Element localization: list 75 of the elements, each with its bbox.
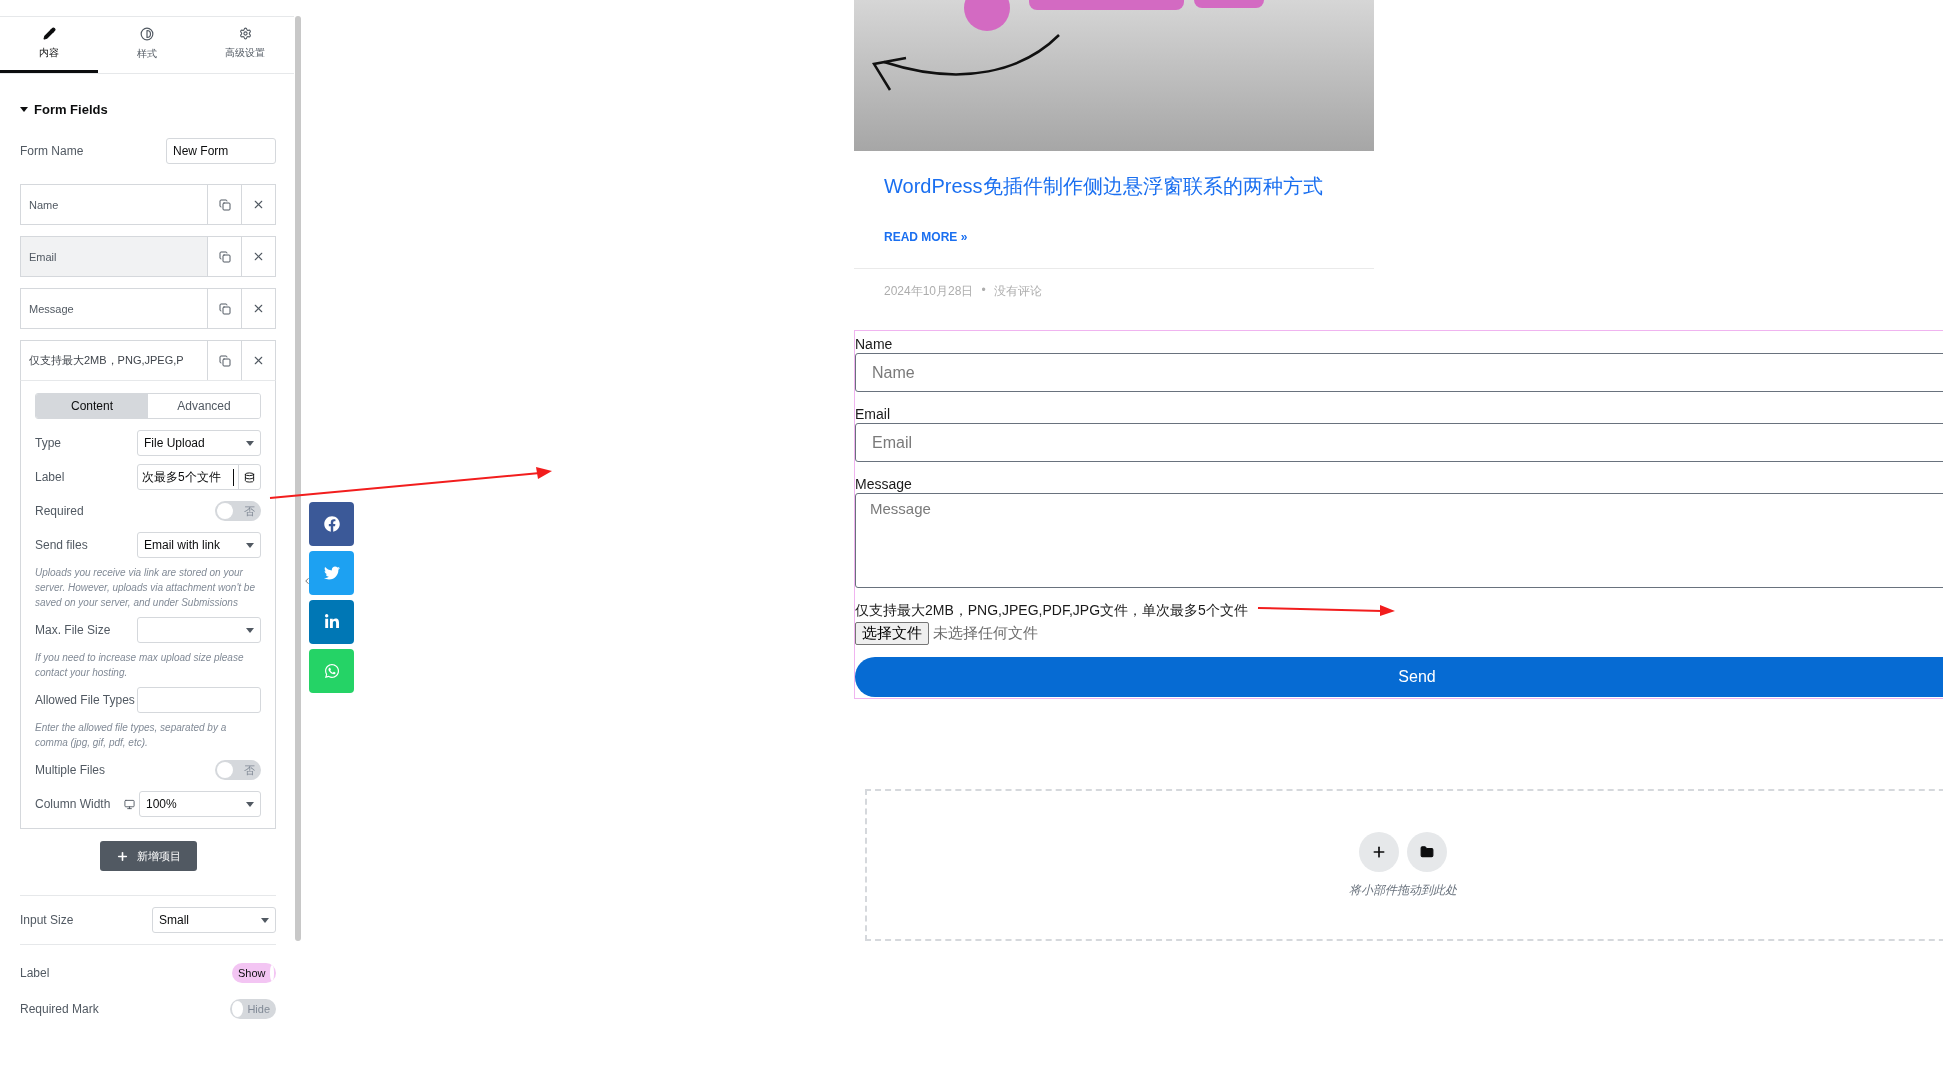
drop-hint: 将小部件拖动到此处 bbox=[1348, 881, 1457, 899]
select-field[interactable]: Email with link bbox=[137, 532, 261, 558]
close-icon bbox=[252, 302, 265, 315]
control-label: Label bbox=[20, 966, 50, 980]
control-label: Type bbox=[35, 436, 61, 450]
select-field[interactable] bbox=[137, 617, 261, 643]
control-label: Multiple Files bbox=[35, 763, 106, 777]
copy-icon bbox=[218, 302, 231, 315]
chevron-left-icon bbox=[302, 576, 312, 586]
input-field[interactable]: 次最多5个文件 bbox=[137, 464, 261, 490]
message-field[interactable]: Message bbox=[855, 493, 1943, 588]
caret-icon bbox=[246, 440, 254, 446]
control-label: Max. File Size bbox=[35, 623, 111, 637]
help-text: Enter the allowed file types, separated by a comma (jpg, gif, pdf, etc). bbox=[35, 721, 228, 750]
field-label: Message bbox=[855, 476, 913, 492]
copy-icon bbox=[218, 354, 231, 367]
control-label: Label bbox=[35, 470, 65, 484]
select-field[interactable]: Small bbox=[152, 907, 276, 933]
input-field[interactable]: New Form bbox=[166, 138, 276, 164]
control-label: Send files bbox=[35, 538, 88, 552]
control-label: Required bbox=[35, 504, 84, 518]
desktop-icon[interactable] bbox=[124, 798, 136, 810]
input-field[interactable]: Email bbox=[855, 423, 1943, 462]
share-button[interactable] bbox=[309, 600, 354, 644]
close-icon bbox=[252, 198, 265, 211]
section-title[interactable]: Form Fields bbox=[34, 102, 108, 117]
caret-icon bbox=[246, 801, 254, 807]
caret-icon bbox=[246, 627, 254, 633]
bird-icon bbox=[323, 565, 340, 581]
copy-icon bbox=[218, 198, 231, 211]
help-text: If you need to increase max upload size please contact your hosting. bbox=[35, 651, 245, 680]
chat-bubble-icon bbox=[323, 663, 340, 679]
read-more-link[interactable]: READ MORE » bbox=[884, 230, 968, 244]
file-status: 未选择任何文件 bbox=[933, 624, 1038, 643]
folder-icon bbox=[1419, 844, 1434, 859]
field-label: Name bbox=[855, 336, 894, 352]
toggle-switch[interactable]: Show bbox=[232, 963, 276, 983]
control-label: Input Size bbox=[20, 913, 74, 927]
scrollbar-thumb[interactable] bbox=[295, 16, 301, 941]
add-item-button[interactable]: 新增项目 bbox=[99, 841, 197, 871]
select-field[interactable]: File Upload bbox=[137, 430, 261, 456]
post-date: 2024年10月28日 bbox=[884, 283, 974, 300]
caret-icon[interactable] bbox=[20, 107, 28, 112]
gear-icon bbox=[238, 27, 252, 40]
share-button[interactable] bbox=[309, 551, 354, 595]
control-label: Column Width bbox=[35, 797, 111, 811]
help-text: Uploads you receive via link are stored on your server. However, uploads via attachment won't be saved on your server, and under Submissions bbox=[35, 566, 256, 610]
control-label: Allowed File Types bbox=[35, 693, 135, 707]
panel-tab[interactable]: 样式 bbox=[98, 17, 196, 73]
field-label: 仅支持最大2MB，PNG,JPEG,PDF,JPG文件，单次最多5个文件 bbox=[855, 602, 1248, 620]
close-icon bbox=[252, 250, 265, 263]
content-tab[interactable]: Content bbox=[36, 394, 148, 418]
repeater-item-title[interactable]: Email bbox=[21, 237, 207, 276]
panel-tab[interactable]: 高级设置 bbox=[196, 17, 294, 73]
control-label: Form Name bbox=[20, 144, 84, 158]
pencil-icon bbox=[42, 27, 56, 40]
input-field[interactable]: Name bbox=[855, 353, 1943, 392]
close-icon bbox=[252, 354, 265, 367]
panel-tab[interactable]: 内容 bbox=[0, 17, 98, 73]
meta-separator: • bbox=[981, 283, 986, 299]
control-label: Required Mark bbox=[20, 1002, 99, 1016]
field-label: Email bbox=[855, 406, 891, 422]
facebook-icon bbox=[323, 516, 340, 532]
select-field[interactable]: 100% bbox=[139, 791, 261, 817]
plus-icon bbox=[115, 849, 129, 863]
linkedin-icon bbox=[323, 614, 340, 630]
contrast-icon bbox=[140, 26, 154, 41]
send-button[interactable]: Send bbox=[855, 657, 1943, 697]
caret-icon bbox=[261, 917, 269, 923]
caret-icon bbox=[246, 542, 254, 548]
post-title-link[interactable]: WordPress免插件制作侧边悬浮窗联系的两种方式 bbox=[884, 173, 1344, 200]
copy-icon bbox=[218, 250, 231, 263]
share-button[interactable] bbox=[309, 502, 354, 546]
choose-file-button[interactable]: 选择文件 bbox=[855, 622, 929, 645]
comment-count: 没有评论 bbox=[993, 283, 1042, 300]
